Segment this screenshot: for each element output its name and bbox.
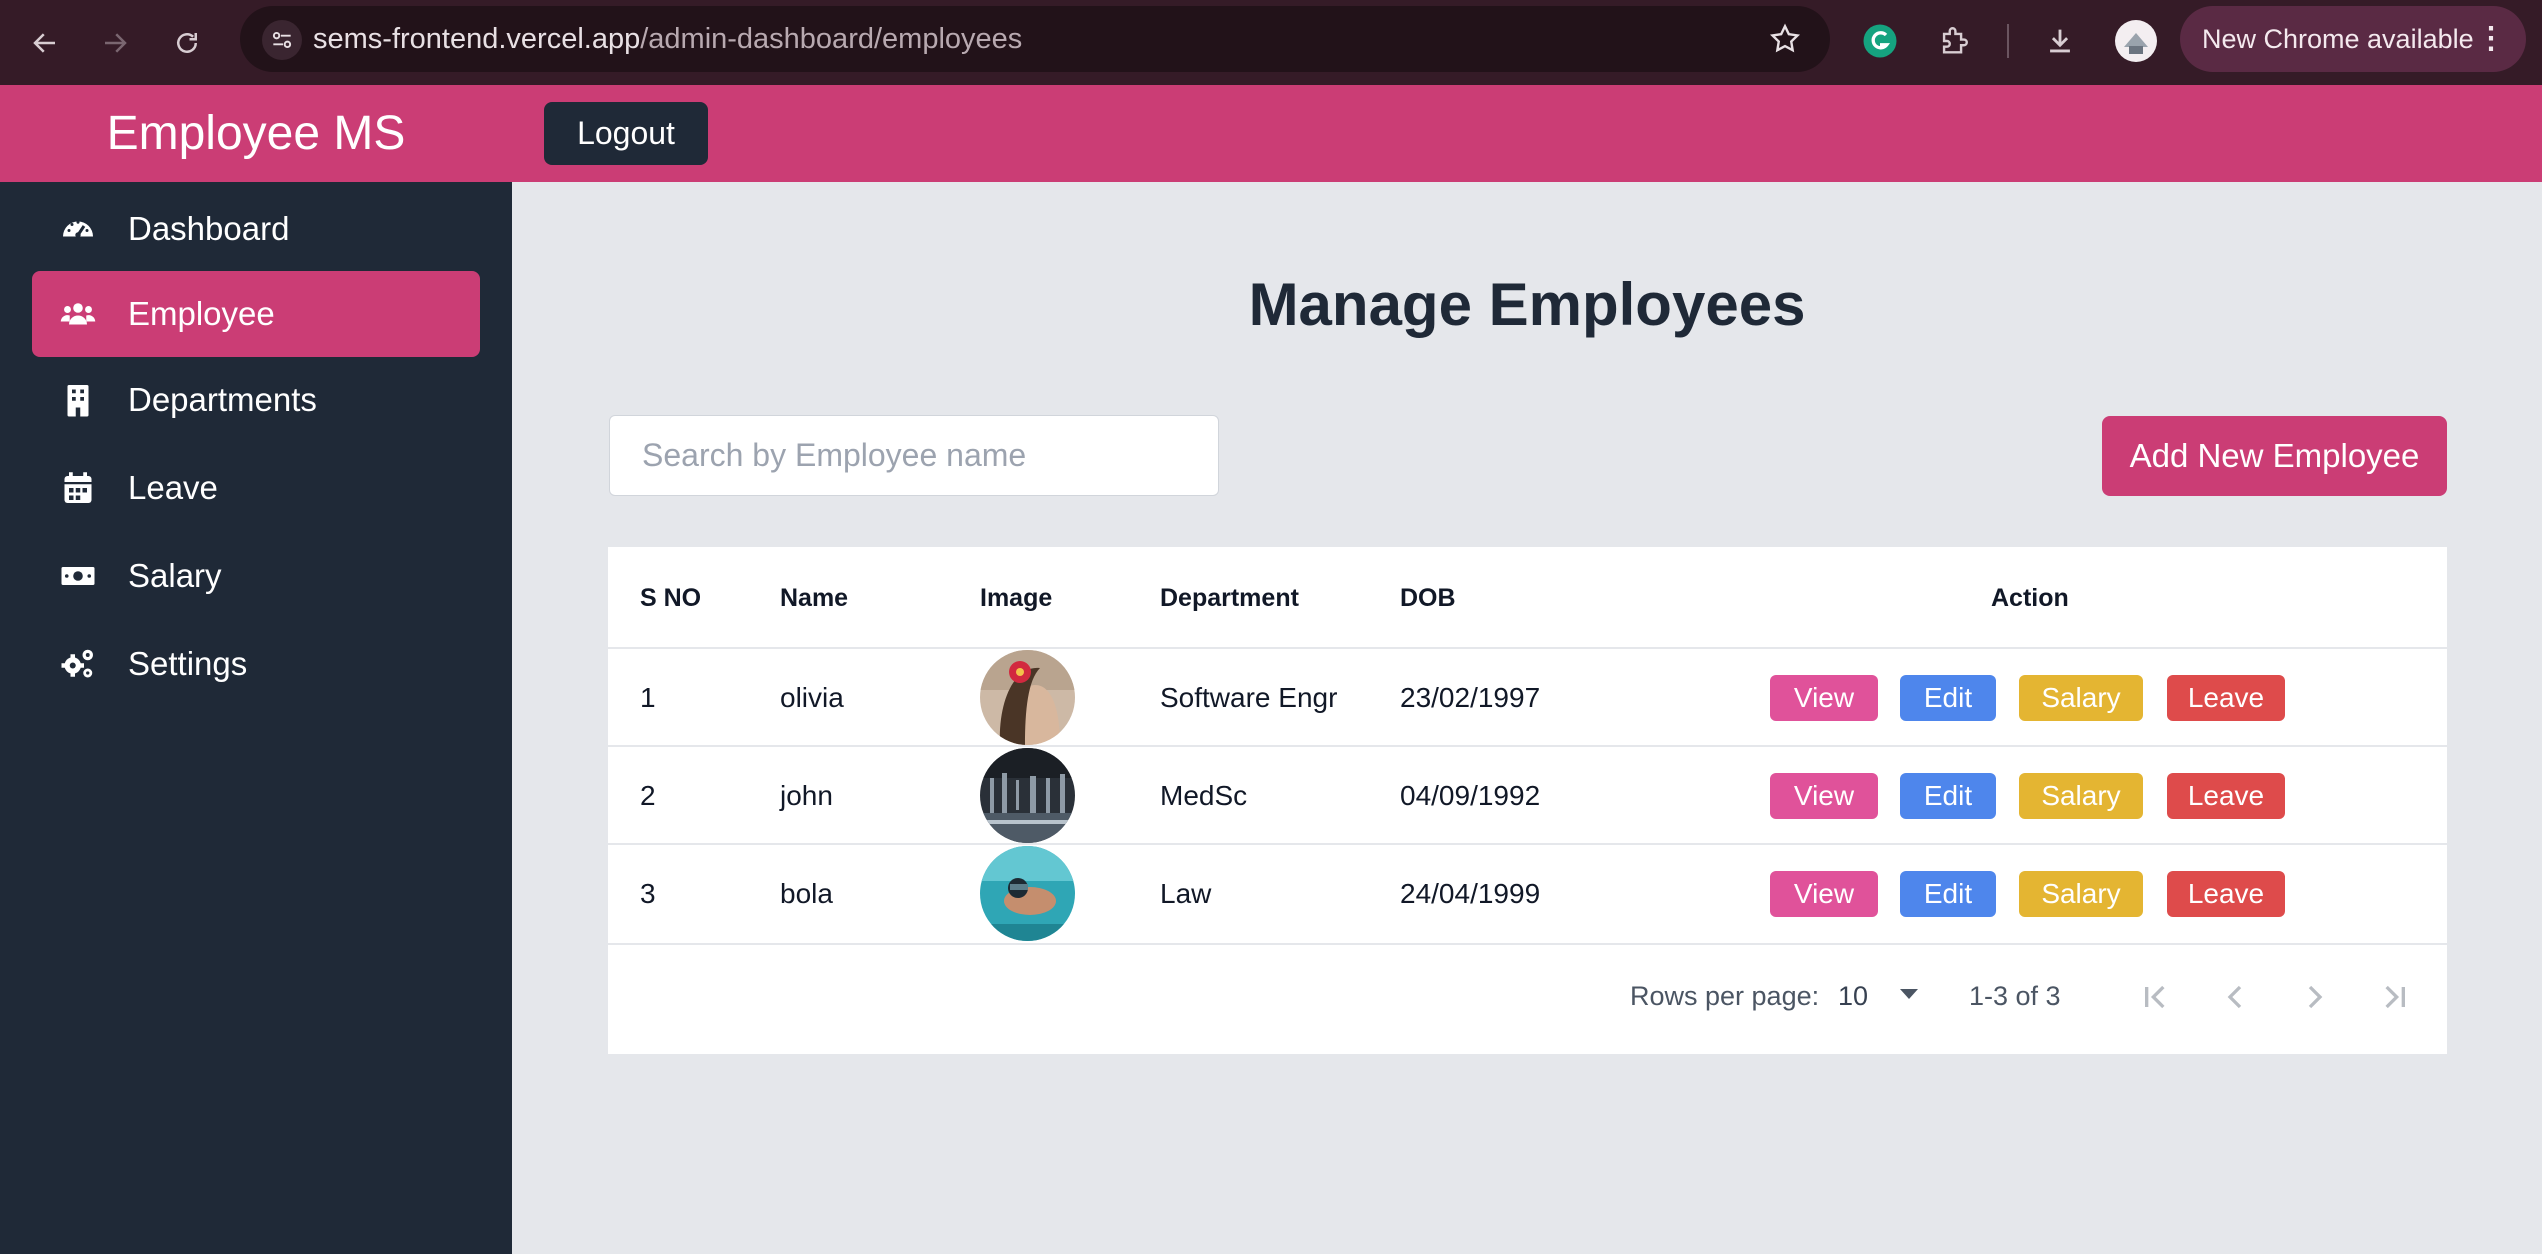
view-button[interactable]: View (1770, 773, 1878, 819)
sidebar-item-label: Salary (128, 557, 222, 594)
logout-button[interactable]: Logout (544, 102, 708, 165)
back-icon[interactable] (20, 18, 70, 68)
menu-icon[interactable]: ⋮ (2476, 6, 2506, 72)
leave-button[interactable]: Leave (2167, 871, 2285, 917)
view-button[interactable]: View (1770, 871, 1878, 917)
profile-icon[interactable] (2115, 20, 2157, 62)
cell-dob: 04/09/1992 (1400, 780, 1541, 811)
table-row: 1 olivia Software Engr 23/02/1997 View E… (608, 647, 2447, 747)
search-input[interactable] (609, 415, 1219, 496)
salary-button[interactable]: Salary (2019, 773, 2143, 819)
sidebar: Dashboard Employee Departments Leave Sal… (0, 182, 512, 1254)
extensions-icon[interactable] (1932, 19, 1976, 63)
salary-button[interactable]: Salary (2019, 871, 2143, 917)
page-range: 1-3 of 3 (1969, 981, 2061, 1011)
cell-sno: 2 (640, 780, 656, 811)
sidebar-item-label: Settings (128, 645, 248, 682)
sidebar-item-label: Leave (128, 469, 218, 506)
update-label: New Chrome available (2202, 24, 2474, 54)
sidebar-item-label: Dashboard (128, 210, 290, 247)
cell-department: MedSc (1160, 780, 1248, 811)
edit-button[interactable]: Edit (1900, 675, 1996, 721)
star-icon[interactable] (1768, 22, 1802, 56)
previous-page-icon[interactable] (2215, 977, 2255, 1017)
employee-photo (980, 748, 1075, 843)
users-icon (60, 303, 96, 325)
column-header-dob[interactable]: DOB (1400, 547, 1456, 649)
cell-name: john (780, 780, 833, 811)
rows-per-page-value: 10 (1838, 981, 1869, 1011)
chevron-down-icon (1900, 989, 1918, 999)
url-text: sems-frontend.vercel.app/admin-dashboard… (313, 6, 1022, 72)
column-header-sno[interactable]: S NO (640, 547, 701, 649)
next-page-icon[interactable] (2295, 977, 2335, 1017)
sidebar-item-dashboard[interactable]: Dashboard (32, 186, 480, 272)
last-page-icon[interactable] (2375, 977, 2415, 1017)
edit-button[interactable]: Edit (1900, 871, 1996, 917)
first-page-icon[interactable] (2135, 977, 2175, 1017)
cell-name: bola (780, 878, 833, 909)
url-domain: sems-frontend.vercel.app (313, 23, 641, 55)
view-button[interactable]: View (1770, 675, 1878, 721)
cogs-icon (61, 649, 93, 678)
salary-button[interactable]: Salary (2019, 675, 2143, 721)
browser-toolbar: sems-frontend.vercel.app/admin-dashboard… (0, 0, 2542, 85)
employee-photo (980, 846, 1075, 941)
sidebar-item-leave[interactable]: Leave (32, 445, 480, 531)
sidebar-item-employee[interactable]: Employee (32, 271, 480, 357)
building-icon (67, 385, 89, 417)
forward-icon[interactable] (90, 18, 140, 68)
table-row: 2 john MedSc 04/09/1992 View Edit Salary… (608, 745, 2447, 845)
column-header-name[interactable]: Name (780, 547, 848, 649)
leave-button[interactable]: Leave (2167, 773, 2285, 819)
column-header-department[interactable]: Department (1160, 547, 1299, 649)
cell-sno: 1 (640, 682, 656, 713)
column-header-image: Image (980, 584, 1053, 612)
pagination: Rows per page: 10 1-3 of 3 (608, 941, 2447, 1051)
app-header: Employee MS Logout (0, 85, 2542, 182)
cell-dob: 24/04/1999 (1400, 878, 1541, 909)
rows-per-page-label: Rows per page: (1630, 981, 1820, 1011)
site-settings-icon[interactable] (262, 20, 302, 60)
sidebar-item-label: Departments (128, 381, 317, 418)
sidebar-item-settings[interactable]: Settings (32, 621, 480, 707)
cell-department: Law (1160, 878, 1212, 909)
leave-button[interactable]: Leave (2167, 675, 2285, 721)
toolbar-separator (2007, 24, 2009, 58)
money-bill-icon (61, 567, 95, 585)
rows-per-page-select[interactable]: 10 (1838, 941, 1918, 1051)
table-row: 3 bola Law 24/04/1999 View Edit Salary L… (608, 843, 2447, 945)
url-path: /admin-dashboard/employees (640, 23, 1023, 55)
sidebar-item-label: Employee (128, 295, 275, 332)
add-employee-button[interactable]: Add New Employee (2102, 416, 2447, 496)
calendar-icon (64, 472, 92, 503)
cell-sno: 3 (640, 878, 656, 909)
sidebar-item-salary[interactable]: Salary (32, 533, 480, 619)
edit-button[interactable]: Edit (1900, 773, 1996, 819)
download-icon[interactable] (2038, 19, 2082, 63)
grammarly-icon[interactable] (1858, 19, 1902, 63)
page-title: Manage Employees (1248, 271, 1806, 338)
sidebar-item-departments[interactable]: Departments (32, 357, 480, 443)
employee-photo (980, 650, 1075, 745)
brand-title: Employee MS (106, 107, 406, 160)
cell-dob: 23/02/1997 (1400, 682, 1541, 713)
column-header-action: Action (1991, 584, 2069, 612)
employees-table: S NO Name Image Department DOB Action 1 … (608, 547, 2447, 1054)
cell-department: Software Engr (1160, 682, 1338, 713)
reload-icon[interactable] (162, 18, 212, 68)
chrome-update-button[interactable]: New Chrome available ⋮ (2180, 6, 2526, 72)
cell-name: olivia (780, 682, 844, 713)
gauge-icon (63, 220, 93, 238)
address-bar[interactable]: sems-frontend.vercel.app/admin-dashboard… (240, 6, 1830, 72)
